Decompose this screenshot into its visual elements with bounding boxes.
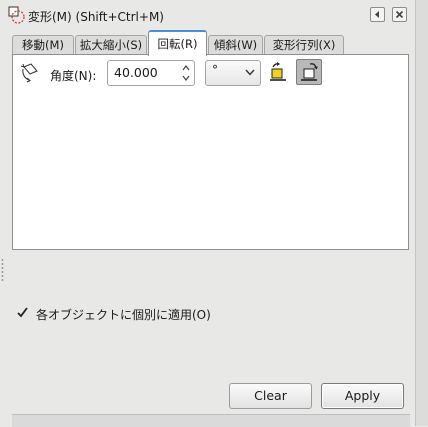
dock-grip[interactable] [0, 0, 6, 426]
tab-scale[interactable]: 拡大縮小(S) [75, 35, 147, 54]
decrement-arrow-icon[interactable] [181, 73, 191, 83]
angle-spinbox[interactable]: 40.000 [107, 60, 195, 86]
close-icon [395, 10, 404, 19]
dock-edge [415, 0, 428, 426]
rotate-object-icon [20, 63, 38, 83]
grip-dots [1, 258, 4, 282]
apply-button[interactable]: Apply [321, 383, 404, 409]
rotate-panel: 角度(N): 40.000 ° [12, 54, 409, 250]
dock-bottom-strip [12, 414, 410, 427]
unit-value: ° [212, 63, 218, 77]
clear-button[interactable]: Clear [229, 383, 312, 409]
angle-value[interactable]: 40.000 [114, 65, 158, 80]
rotate-counterclockwise-icon[interactable] [267, 61, 289, 83]
tab-matrix[interactable]: 変形行列(X) [264, 35, 344, 54]
collapse-button[interactable] [370, 7, 385, 22]
tab-rotate[interactable]: 回転(R) [148, 30, 207, 56]
dialog-titlebar: 変形(M) (Shift+Ctrl+M) [6, 5, 410, 25]
chevron-down-icon [245, 69, 255, 76]
tab-move[interactable]: 移動(M) [12, 35, 74, 54]
angle-label: 角度(N): [50, 69, 97, 83]
dialog-title: 変形(M) (Shift+Ctrl+M) [28, 10, 164, 24]
transform-dialog-icon [8, 6, 25, 24]
rotate-clockwise-button[interactable] [296, 59, 322, 85]
collapse-icon [375, 11, 379, 18]
angle-unit-select[interactable]: ° [205, 60, 261, 86]
tab-skew[interactable]: 傾斜(W) [208, 35, 263, 54]
rotate-clockwise-icon [301, 63, 318, 81]
increment-arrow-icon[interactable] [181, 63, 191, 73]
apply-each-label[interactable]: 各オブジェクトに個別に適用(O) [36, 306, 211, 323]
apply-each-checkbox[interactable] [16, 306, 29, 319]
close-button[interactable] [392, 7, 407, 22]
